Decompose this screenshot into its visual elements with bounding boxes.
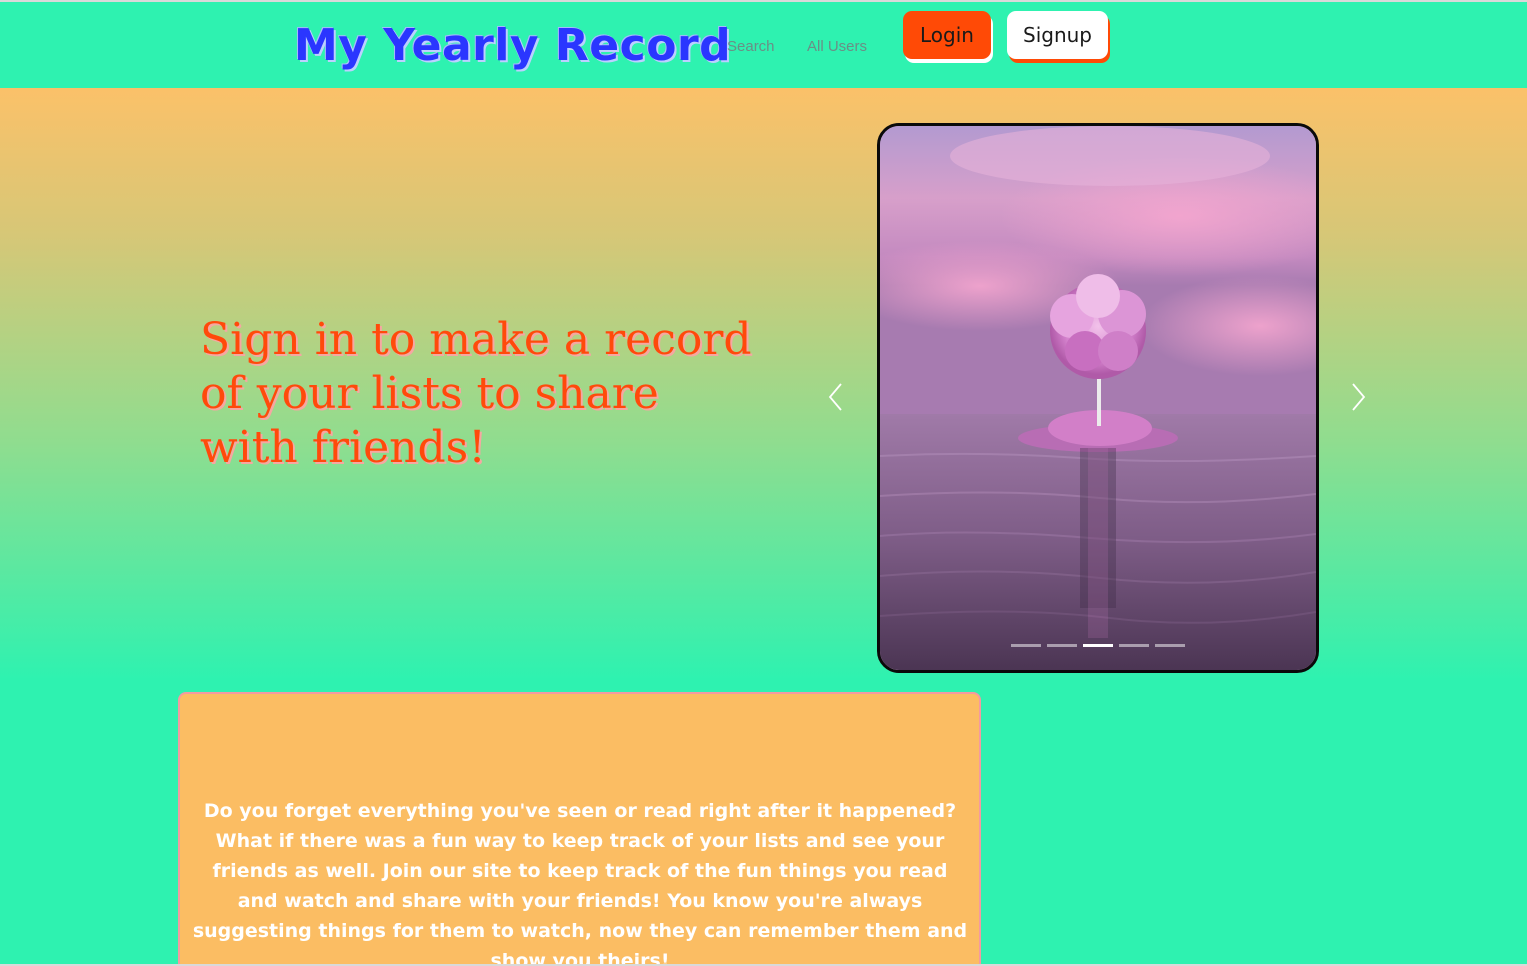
- chevron-left-icon: [828, 383, 842, 411]
- chevron-right-icon: [1352, 383, 1366, 411]
- image-carousel[interactable]: [877, 123, 1319, 673]
- carousel-slide-image: [880, 126, 1316, 670]
- carousel-prev-button[interactable]: [824, 380, 848, 414]
- carousel-indicator[interactable]: [1047, 644, 1077, 647]
- signup-button[interactable]: Signup: [1007, 11, 1108, 59]
- site-brand[interactable]: My Yearly Record: [294, 18, 731, 74]
- login-button[interactable]: Login: [903, 11, 991, 59]
- hero-headline: Sign in to make a record of your lists t…: [200, 314, 752, 473]
- nav-link-search[interactable]: Search: [727, 38, 775, 55]
- carousel-indicator[interactable]: [1155, 644, 1185, 647]
- nav-link-all-users[interactable]: All Users: [807, 38, 867, 55]
- hero-section: Sign in to make a record of your lists t…: [0, 88, 1527, 680]
- carousel-indicator[interactable]: [1119, 644, 1149, 647]
- info-text: Do you forget everything you've seen or …: [192, 800, 968, 966]
- navbar: My Yearly Record Search All Users Login …: [0, 2, 1527, 88]
- carousel-indicator[interactable]: [1011, 644, 1041, 647]
- carousel-indicators: [1011, 644, 1185, 647]
- carousel-next-button[interactable]: [1346, 380, 1370, 414]
- info-card: Do you forget everything you've seen or …: [178, 692, 981, 966]
- carousel-indicator-active[interactable]: [1083, 644, 1113, 647]
